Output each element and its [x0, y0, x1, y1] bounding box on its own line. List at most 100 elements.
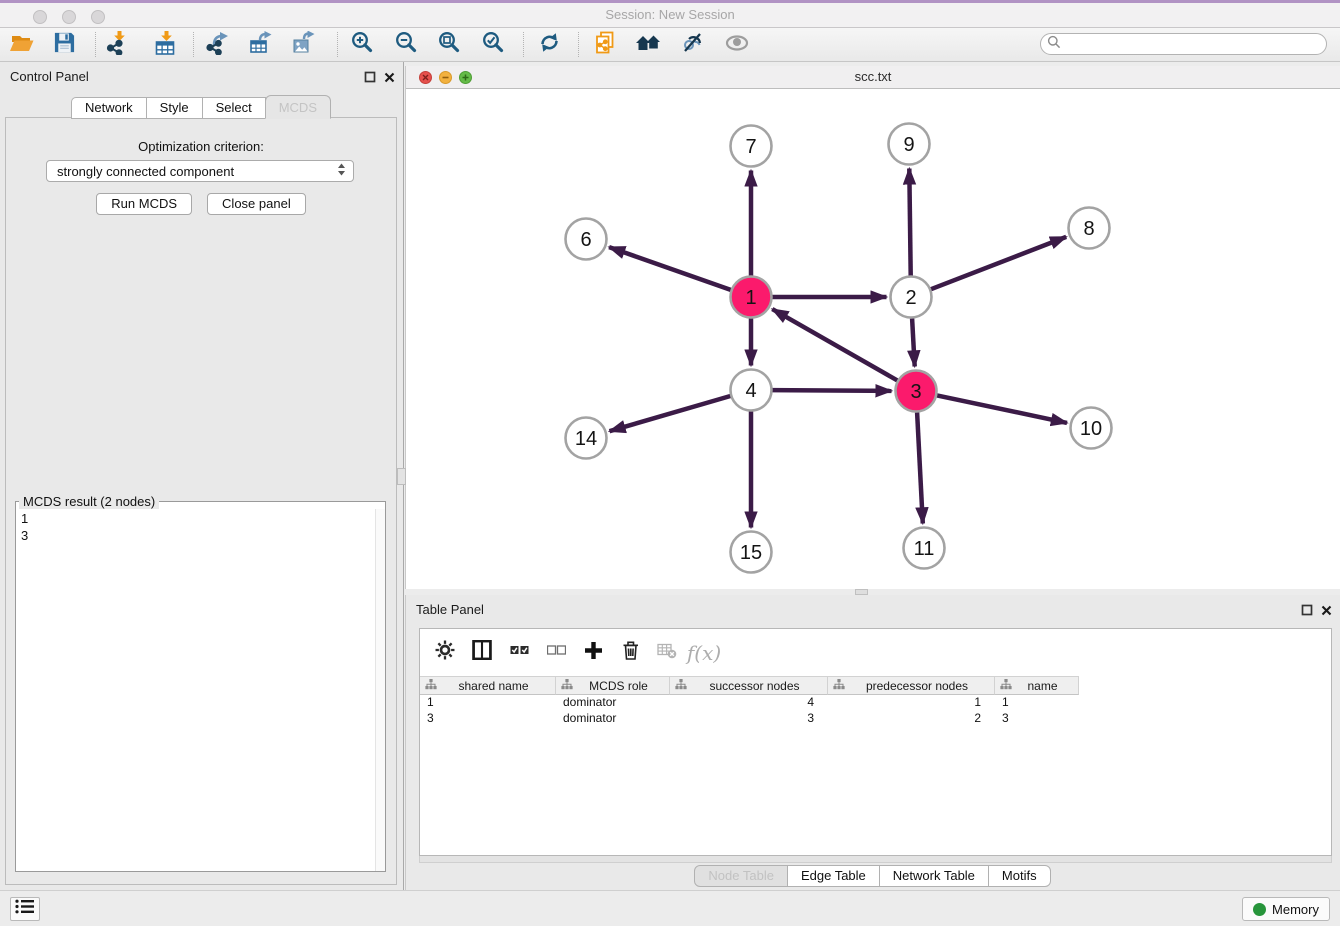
- table-settings-button[interactable]: [430, 638, 460, 668]
- table-row[interactable]: 1dominator411: [420, 695, 1331, 711]
- network-zoom-icon[interactable]: [459, 71, 472, 84]
- fx-icon: f(x): [687, 641, 721, 665]
- clone-network-button[interactable]: [592, 32, 618, 58]
- result-scrollbar[interactable]: [375, 509, 385, 871]
- table-cell[interactable]: 3: [670, 711, 828, 727]
- graph-node-6[interactable]: 6: [566, 219, 607, 260]
- create-column-button[interactable]: [578, 638, 608, 668]
- columns-icon: [472, 640, 492, 665]
- app-titlebar: Session: New Session: [0, 0, 1340, 28]
- zoom-fit-button[interactable]: [436, 32, 462, 58]
- column-header-shared-name[interactable]: shared name: [420, 676, 556, 695]
- function-builder-button[interactable]: f(x): [689, 638, 719, 668]
- close-panel-icon[interactable]: [384, 70, 395, 88]
- table-cell[interactable]: 1: [995, 695, 1079, 711]
- network-window-titlebar[interactable]: scc.txt: [406, 66, 1340, 89]
- graph-edge-2-3[interactable]: [912, 319, 915, 367]
- graph-node-4[interactable]: 4: [731, 370, 772, 411]
- show-columns-button[interactable]: [467, 638, 497, 668]
- network-close-icon[interactable]: [419, 71, 432, 84]
- graph-node-11[interactable]: 11: [904, 528, 945, 569]
- table-cell[interactable]: 3: [995, 711, 1079, 727]
- refresh-layout-button[interactable]: [536, 32, 562, 58]
- graph-node-7[interactable]: 7: [731, 126, 772, 167]
- graph-node-15[interactable]: 15: [731, 532, 772, 573]
- tab-motifs[interactable]: Motifs: [988, 865, 1051, 887]
- table-cell[interactable]: dominator: [556, 695, 670, 711]
- table-panel: Table Panel f(x) shared nameMCDS rolesuc…: [405, 595, 1340, 890]
- float-panel-icon[interactable]: [364, 70, 376, 88]
- column-header-successor-nodes[interactable]: successor nodes: [670, 676, 828, 695]
- tab-select[interactable]: Select: [202, 97, 266, 119]
- tab-node-table[interactable]: Node Table: [694, 865, 788, 887]
- table-cell[interactable]: 4: [670, 695, 828, 711]
- horizontal-splitter-handle[interactable]: [855, 589, 868, 595]
- column-header-predecessor-nodes[interactable]: predecessor nodes: [828, 676, 995, 695]
- zoom-out-button[interactable]: [393, 32, 419, 58]
- graph-node-3[interactable]: 3: [896, 371, 937, 412]
- graph-edge-4-3[interactable]: [773, 390, 892, 391]
- graph-node-2[interactable]: 2: [891, 277, 932, 318]
- memory-button[interactable]: Memory: [1242, 897, 1330, 921]
- table-cell[interactable]: dominator: [556, 711, 670, 727]
- tab-style[interactable]: Style: [146, 97, 203, 119]
- status-list-button[interactable]: [10, 897, 40, 921]
- table-cell[interactable]: 3: [420, 711, 556, 727]
- save-session-button[interactable]: [51, 32, 77, 58]
- select-all-columns-button[interactable]: [504, 638, 534, 668]
- optimization-dropdown[interactable]: strongly connected component: [46, 160, 354, 182]
- table-row[interactable]: 3dominator323: [420, 711, 1331, 727]
- table-cell[interactable]: 1: [828, 695, 995, 711]
- import-table-button[interactable]: [152, 32, 178, 58]
- save-session-icon: [53, 31, 76, 59]
- delete-table-button[interactable]: [652, 638, 682, 668]
- export-image-button[interactable]: [292, 32, 318, 58]
- table-cell[interactable]: 1: [420, 695, 556, 711]
- open-session-button[interactable]: [9, 32, 35, 58]
- graph-edge-2-8[interactable]: [931, 237, 1066, 289]
- graph-node-9[interactable]: 9: [889, 124, 930, 165]
- mcds-result-box[interactable]: MCDS result (2 nodes) 13: [15, 494, 386, 872]
- home-button[interactable]: [635, 32, 661, 58]
- graph-node-10[interactable]: 10: [1071, 408, 1112, 449]
- app-minimize-icon[interactable]: [62, 10, 76, 24]
- graph-edge-4-14[interactable]: [610, 396, 731, 431]
- graph-node-8[interactable]: 8: [1069, 208, 1110, 249]
- close-table-panel-icon[interactable]: [1321, 603, 1332, 621]
- export-table-button[interactable]: [249, 32, 275, 58]
- graph-edge-2-9[interactable]: [909, 169, 910, 276]
- graph-edge-3-10[interactable]: [937, 395, 1067, 423]
- hide-vizmapper-button[interactable]: [679, 32, 705, 58]
- graph-edge-1-6[interactable]: [609, 247, 731, 290]
- tab-network[interactable]: Network: [71, 97, 147, 119]
- import-network-button[interactable]: [105, 32, 131, 58]
- graph-node-14[interactable]: 14: [566, 418, 607, 459]
- graph-node-1[interactable]: 1: [731, 277, 772, 318]
- network-minimize-icon[interactable]: [439, 71, 452, 84]
- search-input[interactable]: [1061, 35, 1326, 53]
- network-canvas[interactable]: 7 9 6 8 1 2 4 3 14 10 15 11: [406, 89, 1340, 589]
- graph-edge-3-11[interactable]: [917, 413, 923, 524]
- zoom-selected-button[interactable]: [480, 32, 506, 58]
- close-panel-button[interactable]: Close panel: [207, 193, 306, 215]
- unselect-all-columns-button[interactable]: [541, 638, 571, 668]
- tab-network-table[interactable]: Network Table: [879, 865, 989, 887]
- column-header-mcds-role[interactable]: MCDS role: [556, 676, 670, 695]
- trash-icon: [621, 640, 640, 665]
- zoom-in-button[interactable]: [349, 32, 375, 58]
- tab-mcds[interactable]: MCDS: [265, 95, 331, 119]
- refresh-layout-icon: [538, 31, 561, 59]
- delete-column-button[interactable]: [615, 638, 645, 668]
- export-network-button[interactable]: [205, 32, 231, 58]
- column-header-name[interactable]: name: [995, 676, 1079, 695]
- vertical-splitter-handle[interactable]: [397, 468, 406, 485]
- run-mcds-button[interactable]: Run MCDS: [96, 193, 192, 215]
- eye-button[interactable]: [724, 32, 750, 58]
- app-zoom-icon[interactable]: [91, 10, 105, 24]
- table-cell[interactable]: 2: [828, 711, 995, 727]
- tab-edge-table[interactable]: Edge Table: [787, 865, 880, 887]
- graph-edge-3-1[interactable]: [772, 309, 897, 380]
- column-label: shared name: [437, 679, 555, 693]
- float-table-panel-icon[interactable]: [1301, 603, 1313, 621]
- app-close-icon[interactable]: [33, 10, 47, 24]
